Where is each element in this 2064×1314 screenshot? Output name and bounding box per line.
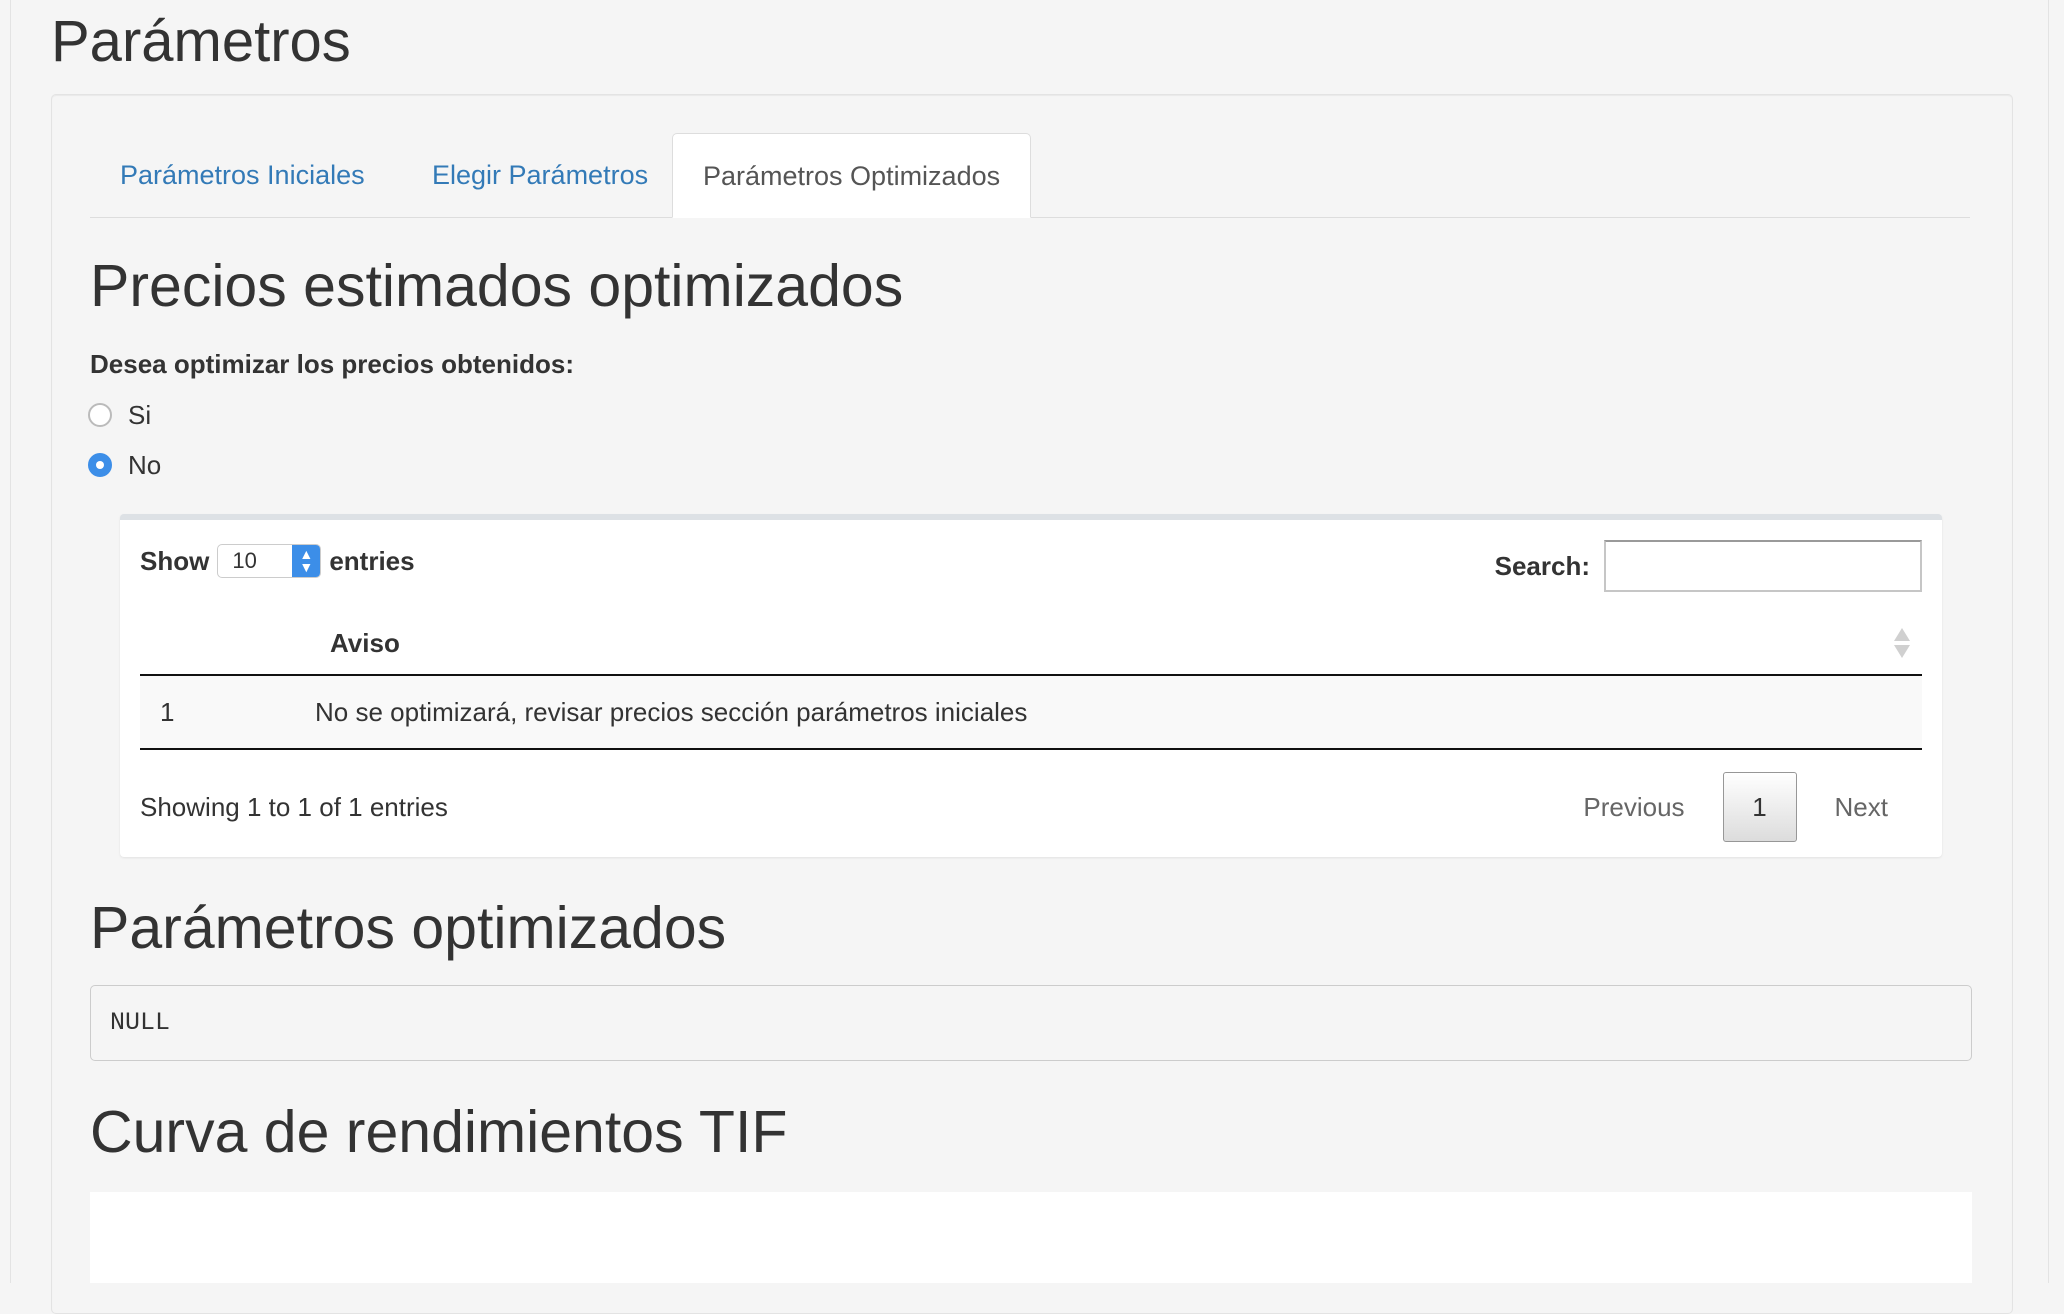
tab-parametros-optimizados[interactable]: Parámetros Optimizados	[672, 133, 1032, 218]
yield-curve-plot-area	[90, 1192, 1972, 1283]
aviso-cell: No se optimizará, revisar precios secció…	[315, 697, 1028, 727]
tab-parametros-iniciales[interactable]: Parámetros Iniciales	[90, 133, 395, 217]
column-header-aviso[interactable]: Aviso	[330, 612, 400, 674]
radio-no-label: No	[128, 449, 162, 480]
section-title-parametros-optimizados: Parámetros optimizados	[90, 895, 727, 961]
next-button[interactable]: Next	[1807, 773, 1916, 841]
radio-option-no[interactable]: No	[88, 448, 161, 482]
datatable-search: Search:	[1495, 540, 1922, 592]
table-header: Aviso	[140, 612, 1922, 676]
datatable-table: Aviso 1 No se optimizará, revisar precio…	[140, 612, 1922, 750]
search-label: Search:	[1494, 550, 1590, 581]
datatable-info: Showing 1 to 1 of 1 entries	[140, 792, 448, 822]
verbatim-output: NULL	[90, 985, 1972, 1061]
datatable-length: Show 10 ▲ ▼ entries	[140, 544, 415, 578]
section-title-precios: Precios estimados optimizados	[90, 253, 904, 319]
entries-label: entries	[329, 545, 415, 576]
radio-si[interactable]	[88, 403, 112, 427]
entries-select-value: 10	[232, 548, 257, 573]
sort-both-icon[interactable]	[1892, 626, 1912, 660]
radio-no[interactable]	[88, 453, 112, 477]
section-title-curva: Curva de rendimientos TIF	[90, 1099, 788, 1165]
table-row: 1 No se optimizará, revisar precios secc…	[140, 676, 1922, 750]
select-spinner-icon: ▲ ▼	[292, 545, 321, 577]
search-input[interactable]	[1604, 540, 1922, 592]
page-title: Parámetros	[51, 9, 351, 74]
optimize-question-label: Desea optimizar los precios obtenidos:	[90, 349, 574, 379]
row-index-cell: 1	[160, 697, 175, 727]
radio-si-label: Si	[128, 399, 152, 430]
previous-button[interactable]: Previous	[1555, 773, 1712, 841]
tab-elegir-parametros[interactable]: Elegir Parámetros	[402, 133, 678, 217]
datatable-panel: Show 10 ▲ ▼ entries Search: Aviso 1 No se…	[120, 514, 1942, 857]
pagination: Previous 1 Next	[1555, 772, 1916, 842]
page-1-button[interactable]: 1	[1722, 772, 1797, 842]
radio-option-si[interactable]: Si	[88, 398, 151, 432]
show-label: Show	[140, 545, 210, 576]
entries-select[interactable]: 10 ▲ ▼	[217, 544, 322, 578]
tab-bar: Parámetros Iniciales Elegir Parámetros P…	[90, 133, 1970, 218]
